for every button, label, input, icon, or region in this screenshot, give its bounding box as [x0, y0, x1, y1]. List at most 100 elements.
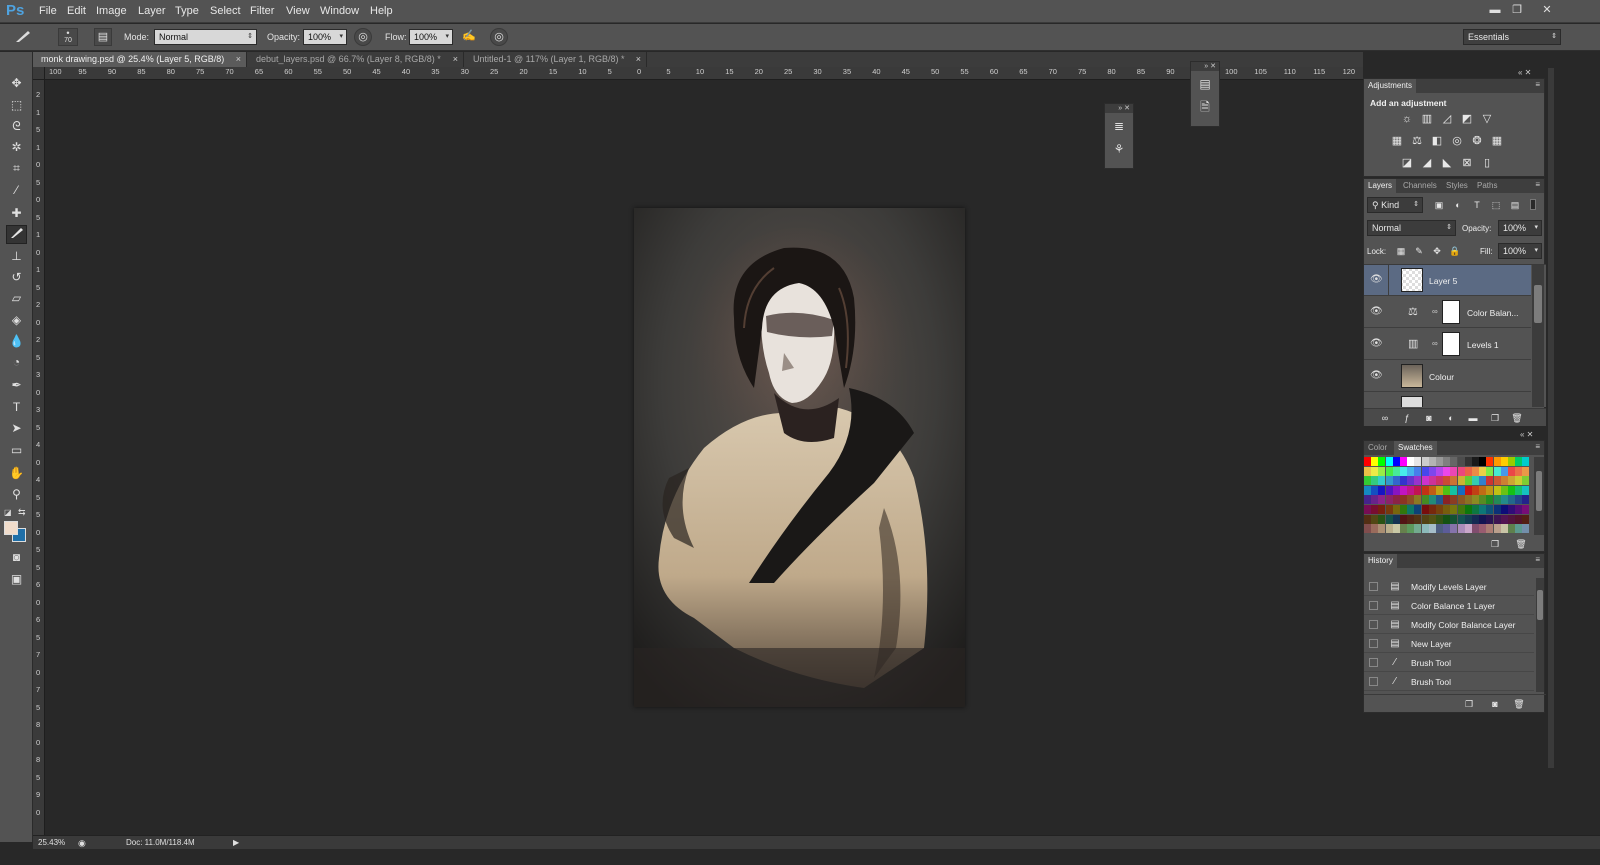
swatch[interactable] [1428, 524, 1436, 534]
menu-help[interactable]: Help [370, 5, 393, 17]
swatch[interactable] [1371, 485, 1379, 495]
swatch[interactable] [1385, 476, 1393, 486]
swatch[interactable] [1472, 485, 1479, 495]
swatch[interactable] [1443, 466, 1451, 476]
swatch[interactable] [1479, 476, 1487, 486]
swatch[interactable] [1436, 495, 1443, 505]
swatch[interactable] [1371, 514, 1379, 524]
swatch[interactable] [1400, 485, 1407, 495]
properties-icon[interactable]: ▤ [1193, 74, 1217, 94]
swatch[interactable] [1385, 457, 1393, 466]
swatch[interactable] [1414, 457, 1422, 466]
swatch[interactable] [1486, 495, 1494, 505]
swatch[interactable] [1407, 457, 1415, 466]
panel-collapse-icon[interactable]: » ✕ [1191, 62, 1219, 71]
swatch[interactable] [1493, 485, 1501, 495]
pressure-size-icon[interactable]: ◎ [490, 28, 508, 46]
swatch[interactable] [1500, 524, 1508, 534]
threshold-icon[interactable]: ◣ [1440, 156, 1454, 170]
swatch[interactable] [1385, 514, 1393, 524]
eye-icon[interactable]: 👁 [1370, 274, 1383, 286]
swatch[interactable] [1400, 505, 1407, 514]
swatch[interactable] [1378, 457, 1386, 466]
swatch[interactable] [1436, 524, 1443, 534]
menu-edit[interactable]: Edit [67, 5, 86, 17]
layer-row-color-balance[interactable]: 👁 ⚖ ∞ Color Balan... [1364, 297, 1531, 328]
delete-swatch-icon[interactable]: 🗑 [1514, 537, 1528, 551]
swatch[interactable] [1407, 485, 1415, 495]
snapshot-icon[interactable]: ◙ [1488, 697, 1502, 711]
layers-scroll-thumb[interactable] [1534, 285, 1542, 323]
swatch[interactable] [1407, 505, 1415, 514]
swatch[interactable] [1364, 457, 1371, 466]
zoom-level[interactable]: 25.43% [38, 838, 65, 847]
swatch[interactable] [1385, 524, 1393, 534]
gradient-map-icon[interactable]: ⊠ [1460, 156, 1474, 170]
doc-tab-monk-drawing[interactable]: monk drawing.psd @ 25.4% (Layer 5, RGB/8… [33, 52, 247, 67]
close-icon[interactable]: × [453, 52, 458, 67]
swatch[interactable] [1428, 514, 1436, 524]
new-swatch-icon[interactable]: ❐ [1488, 537, 1502, 551]
swatch[interactable] [1457, 495, 1465, 505]
swatch[interactable] [1436, 457, 1443, 466]
eyedropper-tool-icon[interactable]: ⁄ [6, 181, 27, 200]
swatch[interactable] [1371, 466, 1379, 476]
swatch[interactable] [1378, 476, 1386, 486]
history-source-checkbox[interactable] [1369, 658, 1378, 667]
swatch[interactable] [1421, 476, 1429, 486]
panel-collapse-icon[interactable]: « ✕ [1520, 430, 1533, 439]
type-tool-icon[interactable]: T [6, 398, 27, 417]
lock-all-icon[interactable]: 🔒 [1448, 244, 1462, 258]
swatch[interactable] [1522, 476, 1530, 486]
layer-row-partial[interactable] [1364, 393, 1531, 407]
swatch[interactable] [1428, 485, 1436, 495]
eye-icon[interactable]: 👁 [1370, 370, 1383, 382]
swatch[interactable] [1464, 476, 1472, 486]
swatch[interactable] [1450, 524, 1458, 534]
default-colors-icon[interactable]: ◪ [4, 508, 12, 517]
swatch[interactable] [1464, 457, 1472, 466]
swatch[interactable] [1450, 457, 1458, 466]
history-item[interactable]: ▤ New Layer [1364, 635, 1534, 653]
swatch[interactable] [1472, 466, 1479, 476]
photo-filter-icon[interactable]: ◎ [1450, 134, 1464, 148]
dodge-tool-icon[interactable]: ◔ [6, 353, 27, 372]
swatches-scrollbar[interactable] [1534, 457, 1544, 535]
swatch[interactable] [1515, 476, 1523, 486]
swatch[interactable] [1414, 495, 1422, 505]
vibrance-icon[interactable]: ▽ [1480, 112, 1494, 126]
status-menu-arrow-icon[interactable]: ▶ [233, 838, 239, 847]
swatch[interactable] [1479, 466, 1487, 476]
swatch[interactable] [1522, 457, 1530, 466]
swatch[interactable] [1515, 466, 1523, 476]
swatch[interactable] [1421, 514, 1429, 524]
channel-mixer-icon[interactable]: ❂ [1470, 134, 1484, 148]
swatch[interactable] [1500, 505, 1508, 514]
link-layers-icon[interactable]: ∞ [1378, 411, 1392, 425]
swatch[interactable] [1493, 495, 1501, 505]
invert-icon[interactable]: ◪ [1400, 156, 1414, 170]
filter-adjustment-icon[interactable]: ◐ [1451, 198, 1465, 212]
swatch[interactable] [1493, 514, 1501, 524]
swatch[interactable] [1493, 457, 1501, 466]
tab-history[interactable]: History [1364, 554, 1397, 568]
swatch[interactable] [1421, 505, 1429, 514]
swatch[interactable] [1450, 514, 1458, 524]
swatch[interactable] [1392, 466, 1400, 476]
ruler-origin[interactable] [33, 67, 45, 80]
swatch[interactable] [1392, 524, 1400, 534]
swatch[interactable] [1443, 476, 1451, 486]
doc-tab-untitled-1[interactable]: Untitled-1 @ 117% (Layer 1, RGB/8) * × [465, 52, 647, 67]
swatch[interactable] [1479, 505, 1487, 514]
swatch[interactable] [1472, 476, 1479, 486]
clone-stamp-tool-icon[interactable]: ⊥ [6, 247, 27, 266]
swatch[interactable] [1515, 524, 1523, 534]
swatch[interactable] [1457, 524, 1465, 534]
mode-select[interactable]: Normal ⇕ [154, 29, 257, 45]
swatch[interactable] [1392, 514, 1400, 524]
swatch[interactable] [1371, 524, 1379, 534]
blend-mode-select[interactable]: Normal ⇕ [1367, 220, 1456, 236]
swatch[interactable] [1371, 495, 1379, 505]
swatch[interactable] [1515, 457, 1523, 466]
swatch[interactable] [1457, 514, 1465, 524]
